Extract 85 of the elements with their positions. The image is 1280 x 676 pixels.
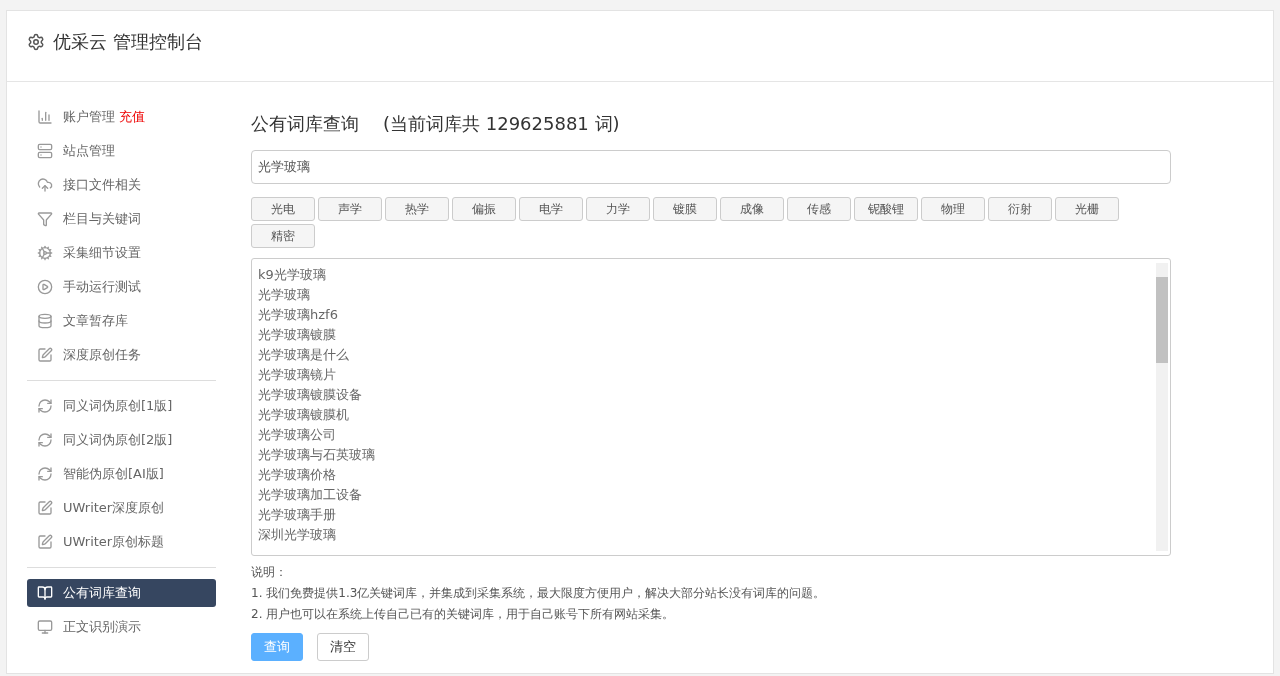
database-icon: [37, 313, 53, 329]
sidebar-label: 站点管理: [63, 142, 115, 160]
result-item: 光学玻璃镀膜机: [258, 406, 350, 424]
cloud-upload-icon: [37, 177, 53, 193]
console-title: 优采云 管理控制台: [53, 30, 203, 54]
result-item: 光学玻璃镀膜设备: [258, 386, 363, 404]
sidebar-label: 智能伪原创[AI版]: [63, 465, 164, 483]
tag-button[interactable]: 力学: [586, 197, 650, 221]
sidebar-item[interactable]: 深度原创任务: [27, 341, 216, 369]
sidebar-label: UWriter深度原创: [63, 499, 165, 517]
server-icon: [37, 143, 53, 159]
sidebar-item[interactable]: 文章暂存库: [27, 307, 216, 335]
monitor-icon: [37, 619, 53, 635]
search-field[interactable]: 光学玻璃: [251, 150, 1171, 184]
sidebar-label: 账户管理: [63, 108, 115, 126]
page-title: 公有词库查询: [251, 112, 359, 136]
sidebar-label: 接口文件相关: [63, 176, 141, 194]
tag-button[interactable]: 声学: [318, 197, 382, 221]
word-count: (当前词库共 129625881 词): [383, 112, 620, 136]
result-item: 光学玻璃与石英玻璃: [258, 446, 376, 464]
tag-button[interactable]: 光电: [251, 197, 315, 221]
sidebar-label: UWriter原创标题: [63, 533, 165, 551]
sidebar-item[interactable]: 采集细节设置: [27, 239, 216, 267]
note-text: 2. 用户也可以在系统上传自己已有的关键词库，用于自己账号下所有网站采集。: [251, 606, 676, 623]
tag-button[interactable]: 镀膜: [653, 197, 717, 221]
gear-icon: [37, 245, 53, 261]
result-item: 光学玻璃镀膜: [258, 326, 337, 344]
result-item: k9光学玻璃: [258, 266, 327, 284]
sidebar-item[interactable]: 公有词库查询: [27, 579, 216, 607]
edit-icon: [37, 500, 53, 516]
tag-button[interactable]: 光栅: [1055, 197, 1119, 221]
refresh-icon: [37, 398, 53, 414]
notes-title: 说明：: [251, 564, 288, 581]
result-item: 光学玻璃是什么: [258, 346, 350, 364]
sidebar-item[interactable]: 栏目与关键词: [27, 205, 216, 233]
result-item: 光学玻璃镜片: [258, 366, 337, 384]
sidebar-item[interactable]: 手动运行测试: [27, 273, 216, 301]
sidebar-item[interactable]: 账户管理 充值: [27, 103, 216, 131]
tag-button[interactable]: 衍射: [988, 197, 1052, 221]
result-item: 光学玻璃手册: [258, 506, 337, 524]
tag-button[interactable]: 电学: [519, 197, 583, 221]
result-item: 光学玻璃价格: [258, 466, 337, 484]
tag-button[interactable]: 物理: [921, 197, 985, 221]
sidebar-item[interactable]: 正文识别演示: [27, 613, 216, 641]
filter-icon: [37, 211, 53, 227]
sidebar-label: 采集细节设置: [63, 244, 141, 262]
edit-icon: [37, 534, 53, 550]
tag-button[interactable]: 铌酸锂: [854, 197, 918, 221]
result-item: 深圳光学玻璃: [258, 526, 337, 544]
clear-button[interactable]: 清空: [317, 633, 369, 661]
sidebar-item[interactable]: UWriter深度原创: [27, 494, 216, 522]
sidebar-label: 手动运行测试: [63, 278, 141, 296]
sidebar-item[interactable]: UWriter原创标题: [27, 528, 216, 556]
edit-icon: [37, 347, 53, 363]
refresh-icon: [37, 466, 53, 482]
tag-button[interactable]: 成像: [720, 197, 784, 221]
sidebar-label: 公有词库查询: [63, 584, 141, 602]
sidebar-item[interactable]: 接口文件相关: [27, 171, 216, 199]
result-item: 光学玻璃: [258, 286, 311, 304]
note-text: 1. 我们免费提供1.3亿关键词库，并集成到采集系统，最大限度方便用户，解决大部分站长没有词库的问题。: [251, 585, 827, 602]
play-icon: [37, 279, 53, 295]
settings-icon: [27, 33, 45, 51]
tag-button[interactable]: 热学: [385, 197, 449, 221]
sidebar-label: 深度原创任务: [63, 346, 141, 364]
sidebar-item[interactable]: 同义词伪原创[1版]: [27, 392, 216, 420]
result-item: 光学玻璃加工设备: [258, 486, 363, 504]
sidebar-label: 同义词伪原创[1版]: [63, 397, 173, 415]
sidebar-item[interactable]: 同义词伪原创[2版]: [27, 426, 216, 454]
bar-chart-icon: [37, 109, 53, 125]
book-icon: [37, 585, 53, 601]
sidebar-item[interactable]: 站点管理: [27, 137, 216, 165]
recharge-link[interactable]: 充值: [119, 108, 145, 126]
results-list[interactable]: k9光学玻璃 光学玻璃 光学玻璃hzf6 光学玻璃镀膜 光学玻璃是什么 光学玻璃镜片 光学玻璃镀膜设备 光学玻璃镀膜机 光学玻璃公司 光学玻璃与石英玻璃 光学玻璃价格 光学玻璃加工设备 光学玻璃手册 深圳光学玻璃: [251, 258, 1171, 556]
sidebar-label: 正文识别演示: [63, 618, 141, 636]
sidebar-label: 栏目与关键词: [63, 210, 141, 228]
result-item: 光学玻璃hzf6: [258, 306, 339, 324]
tag-button[interactable]: 传感: [787, 197, 851, 221]
sidebar-item[interactable]: 智能伪原创[AI版]: [27, 460, 216, 488]
sidebar-label: 同义词伪原创[2版]: [63, 431, 173, 449]
result-item: 光学玻璃公司: [258, 426, 337, 444]
tag-button[interactable]: 精密: [251, 224, 315, 248]
scrollbar[interactable]: [1156, 263, 1168, 551]
refresh-icon: [37, 432, 53, 448]
sidebar-label: 文章暂存库: [63, 312, 128, 330]
tag-button[interactable]: 偏振: [452, 197, 516, 221]
